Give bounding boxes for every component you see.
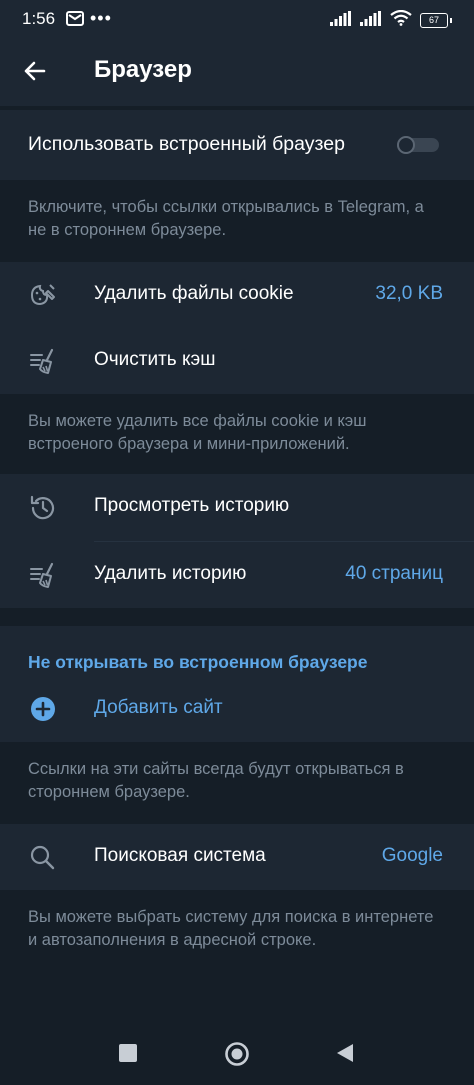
cookies-size: 32,0 KB [375,283,443,304]
data-info-text: Вы можете удалить все файлы cookie и кэш… [28,412,367,453]
delete-cookies-row[interactable]: Удалить файлы cookie 32,0 KB [0,262,474,328]
in-app-browser-info: Включите, чтобы ссылки открывались в Tel… [0,180,474,262]
search-engine-row[interactable]: Поисковая система Google [0,824,474,890]
signal-icon [360,10,382,31]
history-section: Просмотреть историю Удалить историю 40 с… [0,474,474,608]
add-site-label: Добавить сайт [94,697,223,718]
clear-cache-label: Очистить кэш [94,349,216,370]
exceptions-info-text: Ссылки на эти сайты всегда будут открыва… [28,760,404,801]
recents-icon[interactable] [119,1044,137,1067]
search-engine-value: Google [381,845,443,866]
search-info-text: Вы можете выбрать систему для поиска в и… [28,908,434,949]
exceptions-title: Не открывать во встроенном браузере [28,652,368,672]
status-icons: 67 [330,9,452,31]
search-engine-label: Поисковая система [94,845,266,866]
status-bar: 1:56 ••• 67 [0,0,474,38]
view-history-label: Просмотреть историю [94,495,290,516]
search-icon [28,843,58,873]
plus-circle-icon [28,695,58,725]
clear-history-label: Удалить историю [94,563,247,584]
add-site-row[interactable]: Добавить сайт [0,676,474,742]
in-app-browser-info-text: Включите, чтобы ссылки открывались в Tel… [28,198,424,239]
delete-cookies-label: Удалить файлы cookie [94,283,294,304]
data-info: Вы можете удалить все файлы cookie и кэш… [0,394,474,474]
battery-level: 67 [428,15,439,25]
mail-icon [66,11,84,31]
broom-icon [28,347,58,377]
arrow-left-icon[interactable] [22,58,48,89]
back-nav-icon[interactable] [335,1043,355,1068]
system-nav-bar [0,1020,474,1085]
exceptions-info: Ссылки на эти сайты всегда будут открыва… [0,742,474,824]
app-bar: Браузер [0,38,474,106]
history-icon [28,493,58,523]
in-app-browser-toggle[interactable] [397,136,439,154]
in-app-browser-row[interactable]: Использовать встроенный браузер [0,110,474,180]
home-icon[interactable] [224,1041,250,1072]
data-section: Удалить файлы cookie 32,0 KB Очистить кэ… [0,262,474,394]
more-notifications-icon: ••• [90,8,112,28]
exceptions-section: Не открывать во встроенном браузере Доба… [0,626,474,742]
battery-icon: 67 [420,13,452,28]
in-app-browser-section: Использовать встроенный браузер [0,110,474,180]
broom-icon [28,561,58,591]
in-app-browser-label: Использовать встроенный браузер [28,133,345,155]
clear-history-row[interactable]: Удалить историю 40 страниц [0,542,474,608]
history-count: 40 страниц [345,563,443,584]
signal-icon [330,10,352,31]
view-history-row[interactable]: Просмотреть историю [0,474,474,540]
cookie-icon [28,281,58,311]
clear-cache-row[interactable]: Очистить кэш [0,328,474,394]
wifi-icon [390,9,412,31]
search-info: Вы можете выбрать систему для поиска в и… [0,890,474,995]
page-title: Браузер [94,56,192,83]
status-time: 1:56 [22,9,56,28]
search-section: Поисковая система Google [0,824,474,890]
